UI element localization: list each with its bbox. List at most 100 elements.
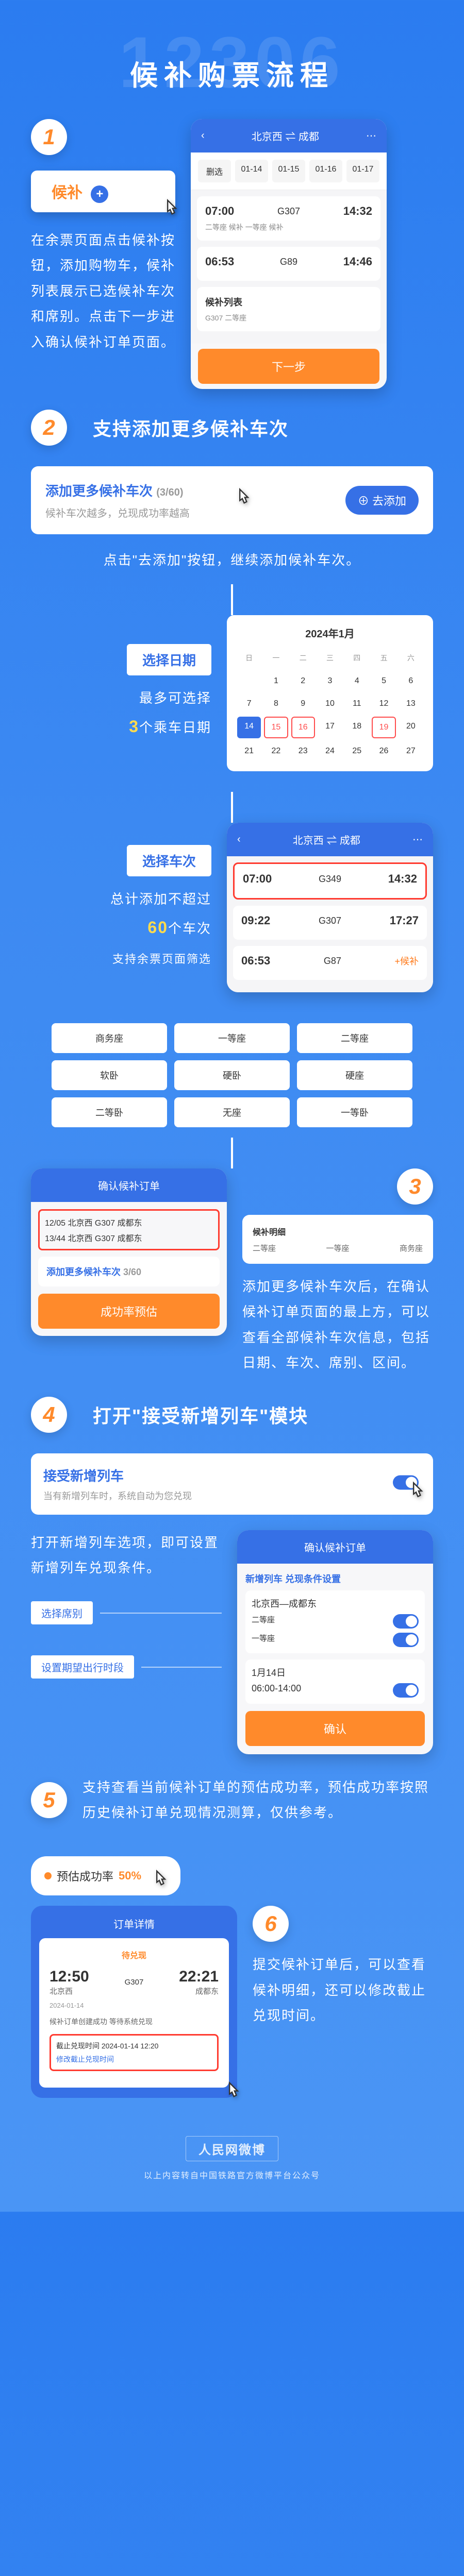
train-no: G307 xyxy=(277,206,300,217)
train-card[interactable]: 09:22G30717:27 xyxy=(233,906,427,940)
step4-phone: 确认候补订单 新增列车 兑现条件设置 北京西—成都东 二等座 一等座 1月14日… xyxy=(237,1530,433,1754)
calendar: 2024年1月 日一二三四五六 123456 78910111213 14151… xyxy=(227,615,433,771)
back-icon[interactable]: ‹ xyxy=(201,130,205,142)
detail-card: 候补明细 二等座一等座商务座 xyxy=(242,1215,433,1264)
train-card[interactable]: 06:53G8914:46 xyxy=(197,247,380,281)
cal-month: 2024年1月 xyxy=(237,625,423,640)
order-tip: 候补订单创建成功 等待系统兑现 xyxy=(49,2016,219,2027)
step3-desc: 添加更多候补车次后，在确认候补订单页面的最上方，可以查看全部候补车次信息，包括日… xyxy=(242,1274,433,1376)
date-tabs: 删选 01-14 01-15 01-16 01-17 xyxy=(191,152,387,190)
step5-desc: 支持查看当前候补订单的预估成功率，预估成功率按照历史候补订单兑现情况测算，仅供参… xyxy=(82,1775,433,1826)
seat-toggle[interactable] xyxy=(393,1633,419,1647)
accept-card: 接受新增列车 当有新增列车时，系统自动为您兑现 xyxy=(31,1453,433,1515)
dep-time: 07:00 xyxy=(205,205,234,218)
train-unit: 个车次 xyxy=(168,921,211,936)
seat-toggle[interactable] xyxy=(393,1614,419,1629)
tab[interactable]: 01-16 xyxy=(309,160,342,182)
step2-tip: 点击"去添加"按钮，继续添加候补车次。 xyxy=(0,550,464,569)
go-add-button[interactable]: ⊕ 去添加 xyxy=(345,486,419,515)
accept-title: 接受新增列车 xyxy=(43,1466,421,1485)
step4-header: 4 打开"接受新增列车"模块 xyxy=(0,1397,464,1433)
dot-icon xyxy=(44,1872,52,1879)
seat-option[interactable]: 软卧 xyxy=(52,1060,167,1090)
route-title: 北京西 ⇌ 成都 xyxy=(252,128,319,143)
tab[interactable]: 01-14 xyxy=(235,160,268,182)
seat-option[interactable]: 硬卧 xyxy=(174,1060,290,1090)
houbu-label: 候补 xyxy=(52,184,82,201)
step-5-number: 5 xyxy=(31,1782,67,1818)
cond-time: 06:00-14:00 xyxy=(252,1683,301,1698)
header: 12306 候补购票流程 xyxy=(0,21,464,93)
back-icon[interactable]: ‹ xyxy=(237,834,241,845)
detail-title: 候补明细 xyxy=(253,1225,423,1238)
train-label: 选择车次 xyxy=(127,845,211,876)
cursor-icon xyxy=(160,198,180,223)
seat-option[interactable]: 商务座 xyxy=(52,1023,167,1053)
tab[interactable]: 01-15 xyxy=(272,160,305,182)
seat-option[interactable]: 无座 xyxy=(174,1097,290,1127)
route: 北京西 ⇌ 成都 xyxy=(293,832,360,847)
train-no: G89 xyxy=(280,257,297,267)
step4-title: 打开"接受新增列车"模块 xyxy=(93,1401,308,1428)
arr-time: 14:32 xyxy=(343,205,372,218)
seat-option[interactable]: 二等卧 xyxy=(52,1097,167,1127)
phone-title: 订单详情 xyxy=(39,1916,229,1931)
step4-desc: 打开新增列车选项，即可设置新增列车兑现条件。 xyxy=(31,1530,222,1581)
seat-info: 二等座 候补 一等座 候补 xyxy=(205,222,372,232)
seat-option[interactable]: 硬座 xyxy=(297,1060,412,1090)
tab[interactable]: 删选 xyxy=(198,160,231,182)
pred-pct: 50% xyxy=(119,1869,141,1883)
time-label: 设置期望出行时段 xyxy=(31,1655,134,1679)
accept-toggle[interactable] xyxy=(393,1476,419,1490)
phone-header: ‹ 北京西 ⇌ 成都 ⋯ xyxy=(191,119,387,152)
step6-desc: 提交候补订单后，可以查看候补明细，还可以修改截止兑现时间。 xyxy=(253,1952,433,2028)
train-no: G307 xyxy=(125,1978,144,1987)
list-title: 候补列表 xyxy=(205,295,372,309)
time-toggle[interactable] xyxy=(393,1683,419,1698)
seat-label: 选择席别 xyxy=(31,1601,93,1624)
estimate-button[interactable]: 成功率预估 xyxy=(38,1294,220,1329)
seat-option[interactable]: 一等座 xyxy=(174,1023,290,1053)
pred-label: 预估成功率 xyxy=(57,1868,113,1884)
confirm-button[interactable]: 确认 xyxy=(245,1711,425,1746)
cond-title: 新增列车 兑现条件设置 xyxy=(245,1572,425,1585)
tab[interactable]: 01-17 xyxy=(346,160,379,182)
train-phone: ‹ 北京西 ⇌ 成都 ⋯ 07:00G34914:32 09:22G30717:27… xyxy=(227,823,433,992)
menu-icon[interactable]: ⋯ xyxy=(412,833,423,846)
step4-row: 打开新增列车选项，即可设置新增列车兑现条件。 选择席别 设置期望出行时段 确认候… xyxy=(0,1530,464,1754)
train-row: 13/44 北京西 G307 成都东 xyxy=(45,1231,213,1244)
date-select-row: 选择日期 最多可选择 3个乘车日期 2024年1月 日一二三四五六 123456… xyxy=(0,615,464,771)
connector-line xyxy=(231,1138,233,1168)
highlighted-trains: 12/05 北京西 G307 成都东 13/44 北京西 G307 成都东 xyxy=(38,1209,220,1250)
dep-time: 12:50 xyxy=(49,1968,89,1986)
houbu-button[interactable]: 候补 + xyxy=(31,171,175,212)
cal-selected[interactable]: 14 xyxy=(237,717,261,738)
train-card[interactable]: 07:00 G307 14:32 二等座 候补 一等座 候补 xyxy=(197,196,380,241)
train-num: 60 xyxy=(147,918,168,937)
seat-option[interactable]: 二等座 xyxy=(297,1023,412,1053)
connector-line xyxy=(231,584,233,615)
train-sub: 支持余票页面筛选 xyxy=(31,948,211,970)
step1-desc: 在余票页面点击候补按钮，添加购物车，候补列表展示已选候补车次和席别。点击下一步进… xyxy=(31,228,175,355)
step-4-number: 4 xyxy=(31,1397,67,1433)
next-button[interactable]: 下一步 xyxy=(198,349,379,384)
train-card-selected[interactable]: 07:00G34914:32 xyxy=(233,862,427,900)
dep-sta: 北京西 xyxy=(49,1986,89,1996)
step-2-number: 2 xyxy=(31,410,67,446)
step2-header: 2 支持添加更多候补车次 xyxy=(0,410,464,446)
menu-icon[interactable]: ⋯ xyxy=(366,129,376,142)
phone-title: 确认候补订单 xyxy=(304,1539,366,1554)
seat-option[interactable]: 一等卧 xyxy=(297,1097,412,1127)
step-6-number: 6 xyxy=(253,1906,289,1942)
train-card[interactable]: 06:53G87+候补 xyxy=(233,946,427,980)
step3-row: 确认候补订单 12/05 北京西 G307 成都东 13/44 北京西 G307… xyxy=(0,1168,464,1376)
step6-row: 订单详情 待兑现 12:50北京西 G307 22:21成都东 2024-01-… xyxy=(0,1906,464,2105)
deadline-text: 截止兑现时间 2024-01-14 12:20 xyxy=(56,2041,212,2051)
seat-grid: 商务座 一等座 二等座 软卧 硬卧 硬座 二等卧 无座 一等卧 xyxy=(52,1023,412,1127)
step-1-number: 1 xyxy=(31,119,67,155)
credit-text: 以上内容转自中国铁路官方微博平台公众号 xyxy=(0,2168,464,2181)
plus-icon: + xyxy=(91,185,108,203)
cursor-icon xyxy=(149,1869,170,1893)
add-more-title: 添加更多候补车次 3/60 xyxy=(46,1265,211,1278)
modify-deadline-button[interactable]: 修改截止兑现时间 xyxy=(56,2054,212,2064)
